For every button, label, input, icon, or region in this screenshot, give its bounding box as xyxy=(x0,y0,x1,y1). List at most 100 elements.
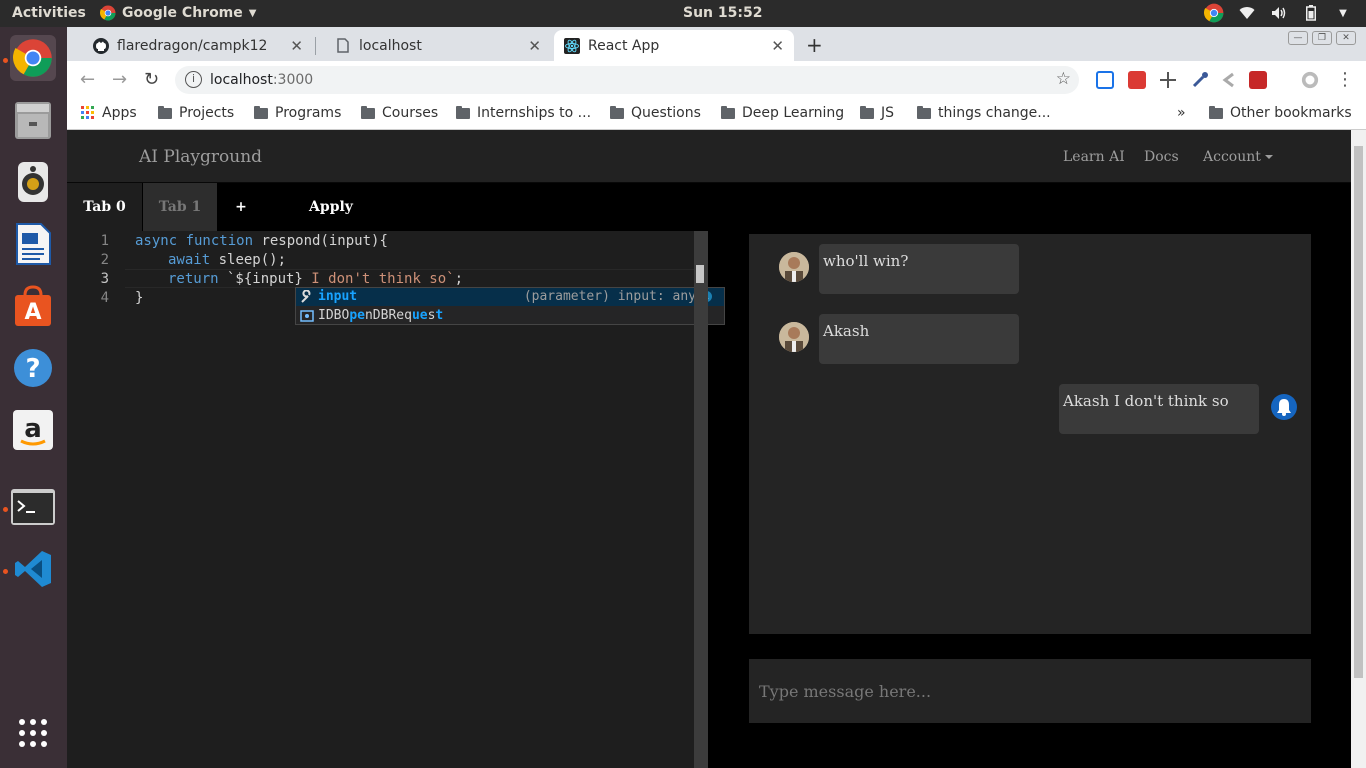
amazon-icon: a xyxy=(13,410,53,450)
minimize-button[interactable]: — xyxy=(1288,31,1308,45)
reload-icon[interactable]: ↻ xyxy=(144,69,159,90)
app-navbar: AI Playground Learn AI Docs Account xyxy=(67,130,1351,183)
bookmark-folder[interactable]: Questions xyxy=(610,105,701,121)
file-cabinet-icon xyxy=(15,102,51,139)
nav-learn-ai[interactable]: Learn AI xyxy=(1063,149,1125,165)
bookmark-star-icon[interactable]: ☆ xyxy=(1056,69,1071,89)
address-bar[interactable]: i localhost:3000 ☆ xyxy=(175,66,1079,94)
close-icon[interactable]: ✕ xyxy=(528,37,541,55)
message-bubble: Akash I don't think so xyxy=(1059,384,1259,434)
bookmark-folder[interactable]: Programs xyxy=(254,105,341,121)
clock[interactable]: Sun 15:52 xyxy=(683,5,762,21)
code-line[interactable]: async function respond(input){ xyxy=(135,233,388,249)
suggestion-item[interactable]: IDBOpenDBRequest xyxy=(296,307,724,325)
bookmark-apps[interactable]: Apps xyxy=(81,105,137,121)
folder-icon xyxy=(1209,105,1223,119)
tab-0[interactable]: Tab 0 xyxy=(67,183,142,231)
bookmark-folder[interactable]: Courses xyxy=(361,105,438,121)
tab-1[interactable]: Tab 1 xyxy=(143,183,217,231)
chrome-tray-icon[interactable] xyxy=(1204,3,1224,23)
wifi-icon[interactable] xyxy=(1238,4,1256,22)
avatar xyxy=(779,252,809,282)
brand[interactable]: AI Playground xyxy=(139,147,262,167)
nav-docs[interactable]: Docs xyxy=(1144,149,1179,165)
battery-icon[interactable] xyxy=(1302,4,1320,22)
folder-icon xyxy=(158,105,172,119)
editor-tabs: Tab 0 Tab 1 + Apply Changes xyxy=(67,183,1351,263)
folder-icon xyxy=(610,105,624,119)
bookmark-folder[interactable]: Internships to ... xyxy=(456,105,591,121)
code-line[interactable]: } xyxy=(135,290,143,306)
show-apps-button[interactable] xyxy=(10,710,56,756)
tab-github[interactable]: flaredragon/campk12 ✕ xyxy=(73,30,313,61)
line-number: 4 xyxy=(100,290,109,306)
eyedropper-extension-icon[interactable] xyxy=(1191,71,1209,89)
page-scrollbar[interactable] xyxy=(1351,130,1366,768)
vscode-launcher[interactable] xyxy=(10,546,56,592)
rhythmbox-launcher[interactable] xyxy=(10,159,56,205)
dock: A ? a xyxy=(0,27,67,768)
folder-icon xyxy=(456,105,470,119)
info-icon[interactable]: i xyxy=(185,71,202,88)
todoist-extension-icon[interactable] xyxy=(1128,71,1146,89)
other-bookmarks[interactable]: Other bookmarks xyxy=(1209,105,1352,121)
back-icon[interactable]: ← xyxy=(80,69,95,90)
menu-icon[interactable]: ⋮ xyxy=(1336,69,1354,90)
svg-text:a: a xyxy=(24,414,42,444)
new-tab-button[interactable]: + xyxy=(806,33,823,57)
folder-icon xyxy=(361,105,375,119)
tab-localhost[interactable]: localhost ✕ xyxy=(317,30,551,61)
app-menu[interactable]: Google Chrome ▼ xyxy=(100,5,256,21)
bot-avatar xyxy=(1271,394,1297,420)
bookmark-folder[interactable]: things change... xyxy=(917,105,1051,121)
app-menu-label: Google Chrome xyxy=(122,5,243,21)
url-text: localhost:3000 xyxy=(210,72,314,88)
maximize-button[interactable]: ❐ xyxy=(1312,31,1332,45)
code-line[interactable]: await sleep(); xyxy=(168,252,286,268)
bookmark-folder[interactable]: Deep Learning xyxy=(721,105,844,121)
close-icon[interactable]: ✕ xyxy=(771,37,784,55)
volume-icon[interactable] xyxy=(1270,4,1288,22)
software-center-launcher[interactable]: A xyxy=(10,283,56,329)
profile-icon[interactable] xyxy=(1301,71,1319,89)
writer-launcher[interactable] xyxy=(10,221,56,267)
chevron-down-icon[interactable]: ▼ xyxy=(1334,4,1352,22)
scrollbar-thumb[interactable] xyxy=(1354,146,1363,678)
amazon-launcher[interactable]: a xyxy=(10,407,56,453)
close-icon[interactable]: ✕ xyxy=(290,37,303,55)
bookmarks-overflow-button[interactable]: » xyxy=(1177,105,1186,121)
bookmark-folder[interactable]: Projects xyxy=(158,105,234,121)
bookmark-folder[interactable]: JS xyxy=(860,105,894,121)
line-number: 3 xyxy=(100,271,109,287)
add-tab-button[interactable]: + xyxy=(227,183,255,231)
chrome-launcher[interactable] xyxy=(10,35,56,81)
suggestion-item[interactable]: input (parameter) input: any i xyxy=(296,288,724,306)
close-window-button[interactable]: ✕ xyxy=(1336,31,1356,45)
chevron-down-icon: ▼ xyxy=(248,7,257,19)
files-launcher[interactable] xyxy=(10,97,56,143)
system-tray[interactable]: ▼ xyxy=(1204,3,1352,23)
forward-icon[interactable]: → xyxy=(112,69,127,90)
message-bubble: who'll win? xyxy=(819,244,1019,294)
move-extension-icon[interactable] xyxy=(1159,71,1177,89)
message-input[interactable] xyxy=(749,659,1311,723)
system-top-bar: Activities Google Chrome ▼ Sun 15:52 ▼ xyxy=(0,0,1366,27)
help-launcher[interactable]: ? xyxy=(10,345,56,391)
tab-react-app[interactable]: React App ✕ xyxy=(554,30,794,61)
help-icon: ? xyxy=(14,349,52,387)
cursor-marker xyxy=(696,265,704,283)
page-content: AI Playground Learn AI Docs Account Tab … xyxy=(67,130,1351,768)
apply-changes-button[interactable]: Apply Changes xyxy=(275,183,387,263)
chat-panel: who'll win? Akash Akash I don't think so xyxy=(749,234,1311,634)
red-extension-icon[interactable] xyxy=(1249,71,1267,89)
browser-toolbar: ← → ↻ i localhost:3000 ☆ ⋮ xyxy=(67,61,1366,99)
terminal-launcher[interactable] xyxy=(10,484,56,530)
extension-icon[interactable] xyxy=(1221,71,1239,89)
activities-button[interactable]: Activities xyxy=(12,5,86,21)
running-indicator xyxy=(3,569,8,574)
editor-scrollbar[interactable] xyxy=(694,231,708,768)
code-editor[interactable]: 1 2 3 4 async function respond(input){ a… xyxy=(67,231,725,768)
screenshot-extension-icon[interactable] xyxy=(1096,71,1114,89)
code-line[interactable]: return `${input} I don't think so`; xyxy=(168,271,463,287)
nav-account[interactable]: Account xyxy=(1203,149,1273,165)
